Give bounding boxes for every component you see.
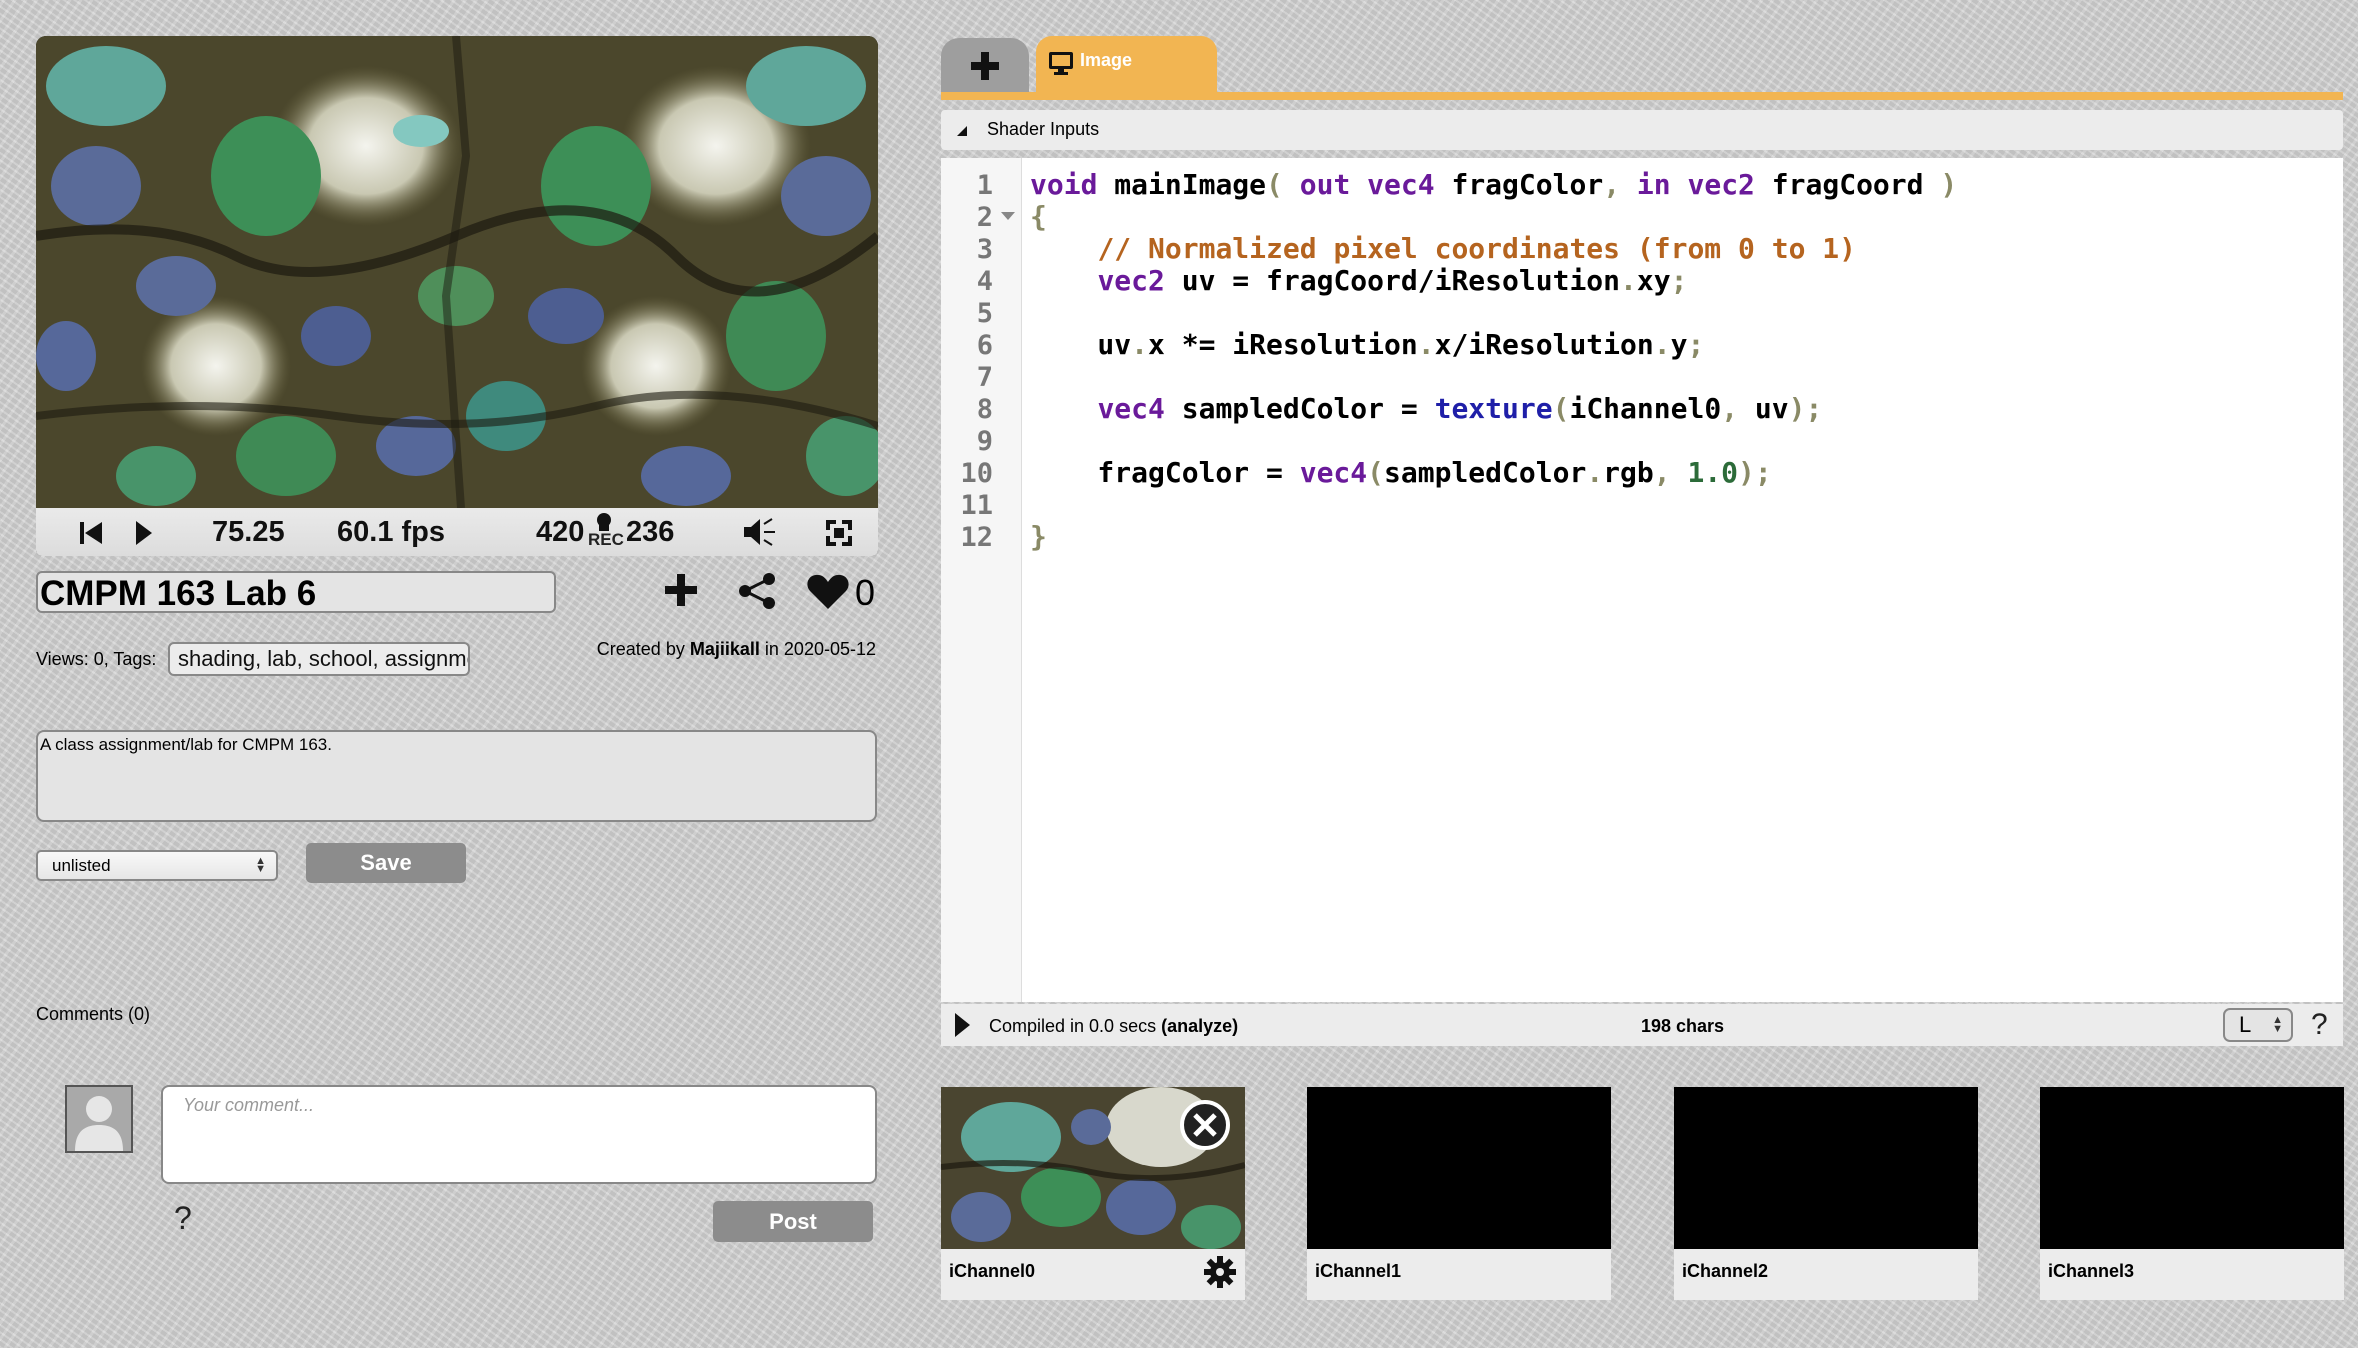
code-line-6: uv.x *= iResolution.x/iResolution.y; — [1030, 328, 1705, 361]
channel-3-thumbnail[interactable] — [2040, 1087, 2344, 1249]
fps-display: 60.1 fps — [337, 516, 445, 548]
line-number: 1 — [976, 170, 993, 201]
line-number: 8 — [976, 394, 993, 425]
line-number: 12 — [960, 522, 993, 553]
code-line-4: vec2 uv = fragCoord/iResolution.xy; — [1097, 264, 1688, 297]
post-button[interactable]: Post — [713, 1201, 873, 1242]
created-by-prefix: Created by — [596, 639, 685, 659]
plus-icon — [971, 52, 999, 80]
shader-preview-canvas[interactable] — [36, 36, 878, 508]
line-number: 2 — [976, 202, 993, 233]
compile-time: Compiled in 0.0 secs — [989, 1016, 1157, 1036]
created-date: in 2020-05-12 — [764, 639, 876, 659]
line-number: 9 — [976, 426, 993, 457]
time-display: 75.25 — [212, 516, 285, 548]
code-editor[interactable]: 1 2 3 4 5 6 7 8 9 10 11 12 void mainImage( out vec4… — [941, 158, 2343, 1002]
editor-status-bar: Compiled in 0.0 secs (analyze) 198 chars… — [941, 1004, 2343, 1046]
compile-play-icon[interactable] — [953, 1012, 971, 1038]
fold-arrow-icon[interactable] — [999, 210, 1017, 222]
select-arrows-icon: ▲ ▼ — [255, 855, 266, 875]
avatar — [65, 1085, 133, 1153]
channel-2-label: iChannel2 — [1682, 1261, 1769, 1281]
play-icon[interactable] — [134, 520, 154, 551]
code-line-12: } — [1030, 520, 1047, 553]
compile-status: Compiled in 0.0 secs (analyze) — [989, 1016, 1238, 1037]
monitor-icon — [1049, 52, 1073, 75]
channel-slot-2[interactable]: iChannel2 — [1674, 1087, 1978, 1300]
author-link[interactable]: Majiikall — [690, 639, 760, 659]
shader-inputs-label: Shader Inputs — [987, 119, 1100, 139]
font-size-select[interactable]: L ▲ ▼ — [2223, 1008, 2293, 1042]
views-tags-label: Views: 0, Tags: — [36, 649, 157, 669]
channel-3-label: iChannel3 — [2048, 1261, 2135, 1281]
tab-add-pass[interactable] — [941, 38, 1029, 94]
gear-icon[interactable] — [1203, 1255, 1237, 1289]
channel-0-thumbnail[interactable] — [941, 1087, 1245, 1249]
visibility-select[interactable]: unlisted ▲ ▼ — [36, 850, 278, 881]
channel-slot-3[interactable]: iChannel3 — [2040, 1087, 2344, 1300]
channel-2-thumbnail[interactable] — [1674, 1087, 1978, 1249]
like-heart-icon[interactable] — [806, 573, 850, 616]
shader-inputs-toggle[interactable]: Shader Inputs — [941, 110, 2343, 150]
add-playlist-icon[interactable] — [663, 572, 699, 613]
analyze-link[interactable]: (analyze) — [1161, 1016, 1238, 1036]
line-number: 7 — [976, 362, 993, 393]
comments-label: Comments (0) — [36, 1004, 151, 1024]
select-arrows-icon: ▲ ▼ — [2272, 1014, 2283, 1035]
editor-help-icon[interactable]: ? — [2311, 1008, 2328, 1042]
user-placeholder-icon — [75, 1096, 123, 1151]
rewind-icon[interactable] — [78, 520, 104, 551]
code-line-10: fragColor = vec4(sampledColor.rgb, 1.0); — [1030, 456, 1772, 489]
code-line-3: // Normalized pixel coordinates (from 0 … — [1097, 232, 1857, 265]
resolution-width: 420 — [536, 516, 585, 548]
line-number: 3 — [976, 234, 993, 265]
line-number-gutter: 1 2 3 4 5 6 7 8 9 10 11 12 — [941, 158, 1022, 1002]
code-line-1: void mainImage( out vec4 fragColor, in v… — [1030, 168, 1958, 201]
line-number: 6 — [976, 330, 993, 361]
char-count: 198 chars — [1641, 1016, 1725, 1036]
fullscreen-icon[interactable] — [824, 518, 854, 553]
description-textarea[interactable]: A class assignment/lab for CMPM 163. — [36, 730, 877, 822]
code-line-2: { — [1030, 200, 1047, 233]
channel-1-label: iChannel1 — [1315, 1261, 1402, 1281]
shader-title-input[interactable]: CMPM 163 Lab 6 — [36, 571, 556, 613]
close-icon[interactable] — [1179, 1099, 1231, 1151]
volume-icon[interactable] — [742, 516, 778, 553]
share-icon[interactable] — [737, 572, 777, 615]
rendered-texture-image — [36, 36, 878, 508]
tab-image-label: Image — [1080, 50, 1133, 70]
channel-slot-0[interactable]: iChannel0 — [941, 1087, 1245, 1300]
comment-help-icon[interactable]: ? — [174, 1200, 192, 1237]
channel-1-thumbnail[interactable] — [1307, 1087, 1611, 1249]
line-number: 5 — [976, 298, 993, 329]
channel-slot-1[interactable]: iChannel1 — [1307, 1087, 1611, 1300]
tags-input[interactable]: shading, lab, school, assignment — [168, 642, 470, 676]
font-size-value: L — [2239, 1012, 2252, 1037]
player-controls: 75.25 60.1 fps 420 REC 236 — [36, 508, 878, 556]
record-label: REC — [588, 530, 624, 549]
created-by-text: Created by Majiikall in 2020-05-12 — [560, 639, 876, 660]
like-count: 0 — [855, 572, 876, 613]
visibility-value: unlisted — [52, 856, 111, 875]
shader-player: 75.25 60.1 fps 420 REC 236 — [36, 36, 878, 556]
line-number: 11 — [960, 490, 993, 521]
collapse-triangle-icon — [957, 126, 967, 136]
tab-image[interactable]: Image — [1036, 36, 1217, 94]
resolution-height: 236 — [626, 516, 675, 548]
channel-0-label: iChannel0 — [949, 1261, 1036, 1281]
line-number: 10 — [960, 458, 993, 489]
line-number: 4 — [976, 266, 993, 297]
code-line-8: vec4 sampledColor = texture(iChannel0, u… — [1097, 392, 1823, 425]
tab-underline — [941, 92, 2343, 100]
comment-input[interactable]: Your comment... — [161, 1085, 877, 1184]
save-button[interactable]: Save — [306, 843, 466, 883]
